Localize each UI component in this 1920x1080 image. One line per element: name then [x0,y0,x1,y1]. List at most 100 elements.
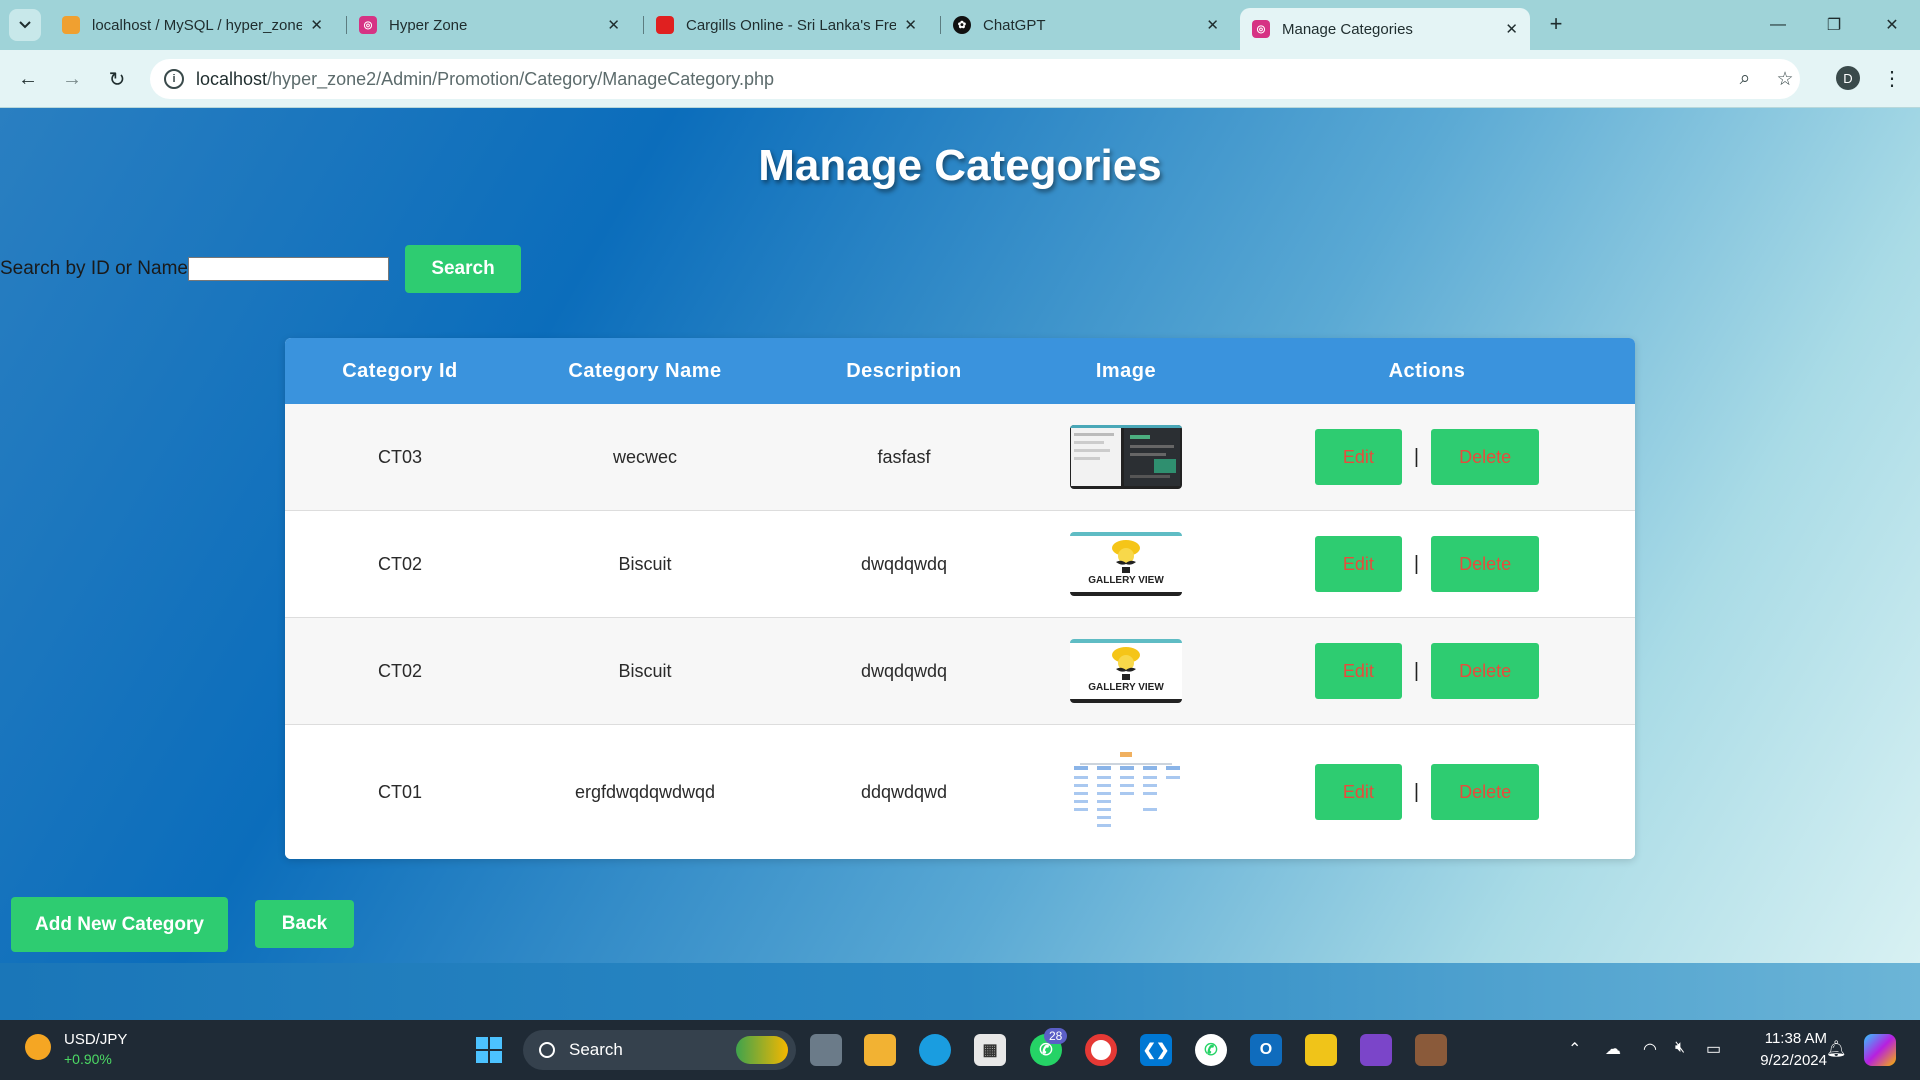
cell-image [1033,725,1219,859]
category-image: GALLERY VIEW [1070,639,1182,703]
vscode-icon[interactable]: ❮❯ [1140,1034,1172,1066]
ticker-name[interactable]: USD/JPY [64,1031,127,1048]
restore-icon[interactable]: ❐ [1814,10,1854,40]
clock-time[interactable]: 11:38 AM [1752,1030,1827,1047]
tab-phpmyadmin[interactable]: localhost / MySQL / hyper_zone ✕ [50,8,335,42]
profile-avatar[interactable]: D [1836,66,1860,90]
site-info-icon[interactable]: i [164,69,184,89]
visual-studio-icon[interactable] [1360,1034,1392,1066]
action-separator: | [1413,780,1420,803]
tab-cargills[interactable]: Cargills Online - Sri Lanka's Fres ✕ [644,8,929,42]
taskbar-search[interactable]: Search [523,1030,796,1070]
cell-category-name: Biscuit [618,553,672,574]
chevron-down-icon [19,21,31,29]
category-image [1070,750,1182,834]
cell-category-name: wecwec [612,446,678,467]
clock-date[interactable]: 9/22/2024 [1742,1052,1827,1069]
tab-strip: localhost / MySQL / hyper_zone ✕ ◎ Hyper… [0,0,1920,50]
delete-button[interactable]: Delete [1431,429,1540,485]
cell-category-id: CT01 [377,781,422,802]
url-host: localhost [196,68,268,89]
stock-widget-icon[interactable] [25,1034,51,1060]
task-view-icon[interactable] [810,1034,842,1066]
edit-button[interactable]: Edit [1314,536,1402,592]
edit-button[interactable]: Edit [1314,764,1402,820]
cell-description: dwqdqwdq [860,553,948,574]
back-arrow-icon[interactable]: ← [12,63,44,95]
close-icon[interactable]: ✕ [607,16,620,34]
cell-description: fasfasf [877,446,931,467]
chevron-up-icon[interactable]: ⌃ [1568,1039,1581,1059]
cargills-icon [656,16,674,34]
table-row: CT01 ergfdwqdqwdwqd ddqwdqwd Edit | Dele… [285,725,1635,859]
app-icon[interactable] [1415,1034,1447,1066]
header-image: Image [1095,359,1157,382]
browser-toolbar: ← → ↻ i localhost/hyper_zone2/Admin/Prom… [0,50,1920,108]
battery-icon[interactable]: ▭ [1706,1039,1721,1059]
windows-start-icon[interactable] [473,1034,505,1066]
reload-icon[interactable]: ↻ [101,63,133,95]
delete-button[interactable]: Delete [1431,764,1540,820]
ticker-change[interactable]: +0.90% [64,1051,112,1067]
tab-title: Hyper Zone [389,16,468,34]
file-explorer-icon[interactable] [864,1034,896,1066]
header-category-id: Category Id [342,359,458,382]
volume-muted-icon[interactable]: 🔇︎ [1675,1039,1685,1057]
delete-button[interactable]: Delete [1431,643,1540,699]
search-button[interactable]: Search [405,245,521,293]
address-bar[interactable]: i localhost/hyper_zone2/Admin/Promotion/… [150,59,1800,99]
categories-table: Category Id Category Name Description Im… [285,338,1635,859]
table-row: CT03 wecwec fasfasf Edit | Delete [285,404,1635,511]
copilot-icon[interactable] [1864,1034,1896,1066]
menu-kebab-icon[interactable]: ⋮ [1882,63,1902,93]
url-path: /hyper_zone2/Admin/Promotion/Category/Ma… [267,68,775,89]
header-category-name: Category Name [568,359,722,382]
cell-category-name: ergfdwqdqwdwqd [574,781,716,802]
logo-text: GALLERY VIEW [1088,682,1164,693]
outlook-icon[interactable]: O [1250,1034,1282,1066]
cell-actions: Edit | Delete [1219,618,1635,724]
action-separator: | [1413,552,1420,575]
bell-icon[interactable]: 🔔︎ [1826,1039,1846,1059]
search-input[interactable] [188,257,389,281]
bookmark-star-icon[interactable]: ☆ [1774,68,1796,90]
search-highlight-icon [736,1036,788,1064]
search-label: Search by ID or Name: [0,258,194,279]
close-icon[interactable]: ✕ [904,16,917,34]
close-icon[interactable]: ✕ [310,16,323,34]
cell-category-id: CT02 [377,660,422,681]
wifi-icon[interactable]: ◠ [1643,1039,1657,1059]
close-icon[interactable]: ✕ [1505,20,1518,38]
cell-image: GALLERY VIEW [1033,618,1219,724]
zoom-icon[interactable]: ⌕ [1734,68,1756,90]
minimize-icon[interactable]: — [1758,10,1798,40]
whatsapp-desktop-icon[interactable]: ✆ [1195,1034,1227,1066]
tab-title: ChatGPT [983,16,1046,34]
chrome-icon[interactable] [1085,1034,1117,1066]
tab-hyper-zone[interactable]: ◎ Hyper Zone ✕ [347,8,632,42]
tab-title: Manage Categories [1282,20,1413,38]
hyper-zone-icon: ◎ [1252,20,1270,38]
cell-actions: Edit | Delete [1219,725,1635,859]
url-text: localhost/hyper_zone2/Admin/Promotion/Ca… [196,69,774,90]
window-close-icon[interactable]: ✕ [1872,10,1912,40]
snipping-tool-icon[interactable] [1305,1034,1337,1066]
table-row: CT02 Biscuit dwqdqwdq GALLERY VIEW Edit … [285,618,1635,725]
tab-search-button[interactable] [9,9,41,41]
tab-manage-categories[interactable]: ◎ Manage Categories ✕ [1240,8,1530,50]
chatgpt-icon: ✿ [953,16,971,34]
edit-button[interactable]: Edit [1314,429,1402,485]
back-button[interactable]: Back [255,900,354,948]
category-image: GALLERY VIEW [1070,532,1182,596]
edit-button[interactable]: Edit [1314,643,1402,699]
new-tab-button[interactable]: + [1541,9,1571,39]
cell-description: dwqdqwdq [860,660,948,681]
edge-icon[interactable] [919,1034,951,1066]
tab-chatgpt[interactable]: ✿ ChatGPT ✕ [941,8,1231,42]
add-new-category-button[interactable]: Add New Category [11,897,228,952]
delete-button[interactable]: Delete [1431,536,1540,592]
onedrive-icon[interactable]: ☁ [1605,1039,1621,1059]
store-icon[interactable]: ▦ [974,1034,1006,1066]
forward-arrow-icon[interactable]: → [56,63,88,95]
close-icon[interactable]: ✕ [1206,16,1219,34]
